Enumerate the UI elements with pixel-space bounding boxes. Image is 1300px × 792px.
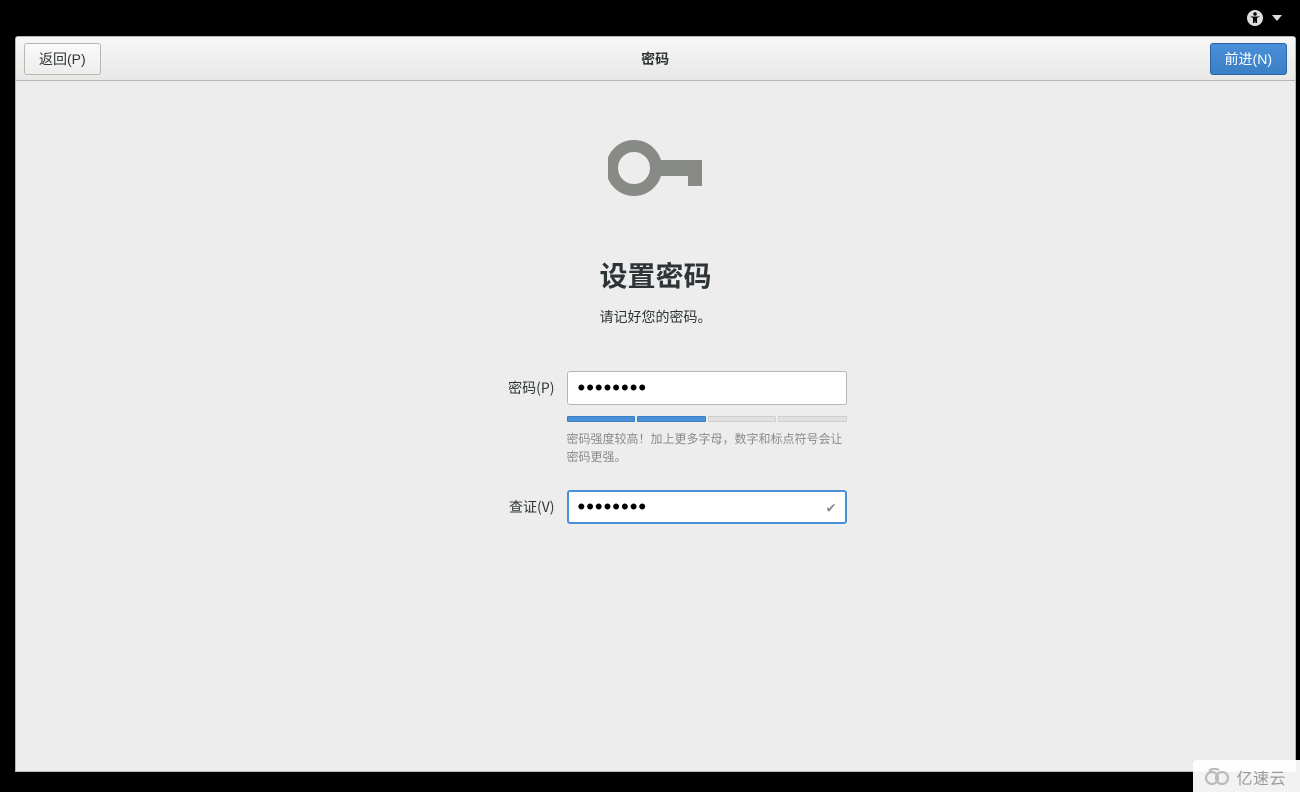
password-label: 密码(P) <box>465 378 555 398</box>
accessibility-icon[interactable] <box>1246 9 1264 27</box>
password-strength-bar <box>567 416 847 422</box>
watermark-text: 亿速云 <box>1236 765 1286 789</box>
verify-row: 查证(V) ✔ <box>465 490 847 524</box>
key-icon <box>608 136 704 205</box>
system-topbar <box>0 0 1300 36</box>
password-strength-hint: 密码强度较高！加上更多字母，数字和标点符号会让密码更强。 <box>567 430 847 466</box>
page-subtitle: 请记好您的密码。 <box>600 307 712 327</box>
watermark: 亿速云 <box>1193 760 1300 792</box>
check-icon: ✔ <box>826 498 837 517</box>
next-button[interactable]: 前进(N) <box>1210 43 1287 75</box>
header-bar: 返回(P) 密码 前进(N) <box>16 37 1295 81</box>
verify-input[interactable] <box>567 490 847 524</box>
watermark-logo-icon <box>1203 768 1231 786</box>
verify-label: 查证(V) <box>465 497 555 517</box>
dropdown-caret-icon[interactable] <box>1272 15 1282 21</box>
strength-segment <box>778 416 847 422</box>
password-row: 密码(P) <box>465 371 847 405</box>
back-button[interactable]: 返回(P) <box>24 43 101 75</box>
strength-segment <box>708 416 777 422</box>
header-title: 密码 <box>641 49 669 69</box>
strength-segment <box>637 416 706 422</box>
setup-window: 返回(P) 密码 前进(N) 设置密码 请记好您的密码。 密码(P) <box>15 36 1296 772</box>
password-input[interactable] <box>567 371 847 405</box>
strength-segment <box>567 416 636 422</box>
content-area: 设置密码 请记好您的密码。 密码(P) 密码强度较高！加上更多字母，数字和标点符… <box>16 81 1295 771</box>
page-title: 设置密码 <box>599 255 711 295</box>
